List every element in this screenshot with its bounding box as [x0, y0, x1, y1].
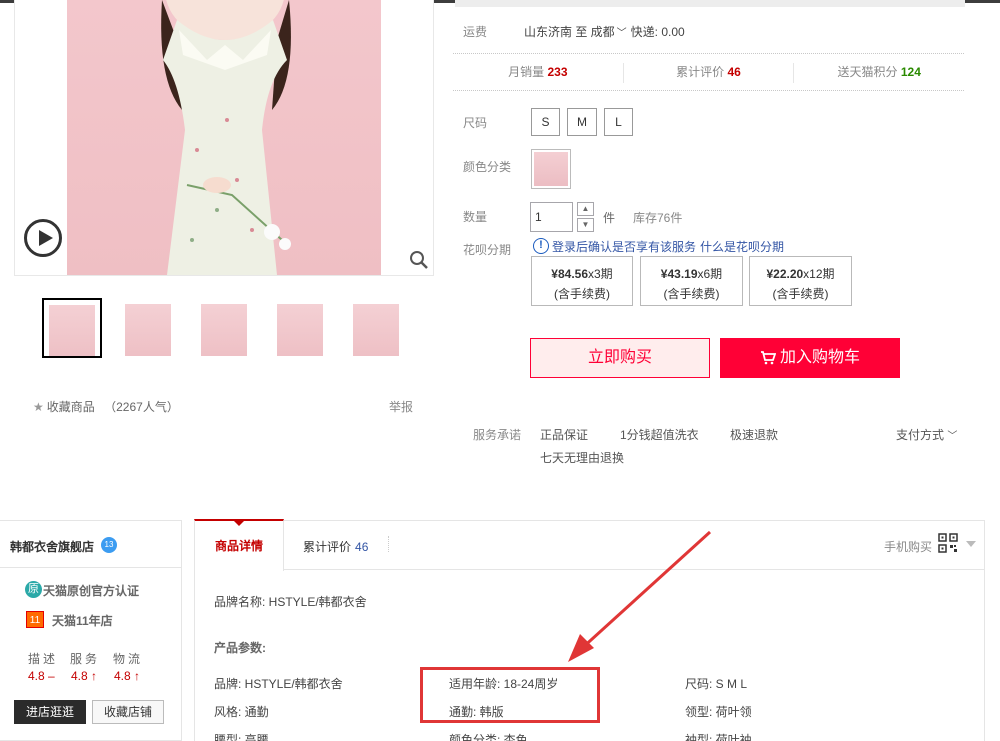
annotation-highlight-box	[420, 667, 600, 723]
mobile-buy-label[interactable]: 手机购买	[884, 538, 932, 555]
info-icon: !	[533, 238, 549, 254]
popularity-count: （2267人气）	[104, 400, 179, 414]
favorite-product[interactable]: ★ 收藏商品 （2267人气）	[33, 398, 179, 415]
divider	[453, 53, 964, 54]
active-tab-caret	[234, 521, 244, 526]
attr-color: 颜色分类: 杏色	[449, 733, 528, 741]
stock-count: 库存76件	[633, 211, 683, 225]
attr-waist: 腰型: 高腰	[214, 733, 269, 741]
installment-6[interactable]: ¥43.19x6期 (含手续费)	[640, 256, 743, 306]
dsr-value-logistics: 4.8 ↑	[114, 669, 141, 683]
shop-name[interactable]: 韩都衣舍旗舰店	[10, 538, 94, 555]
tab-divider	[388, 536, 389, 552]
dsr-value-description: 4.8 –	[28, 669, 55, 683]
sales-stats: 月销量 233 累计评价 46 送天猫积分 124	[453, 63, 964, 83]
original-cert-text: 天猫原创官方认证	[43, 584, 140, 598]
thumbnail-1[interactable]	[42, 298, 102, 358]
attr-brand: 品牌: HSTYLE/韩都衣舍	[214, 677, 343, 691]
annotation-arrow	[568, 530, 712, 662]
color-option-apricot[interactable]	[531, 149, 571, 189]
params-title: 产品参数:	[214, 641, 266, 655]
quantity-label: 数量	[463, 210, 488, 224]
size-option-l[interactable]: L	[604, 108, 633, 136]
dsr-value-service: 4.8 ↑	[71, 669, 98, 683]
payment-method[interactable]: 支付方式 ﹀	[896, 426, 957, 443]
attr-size: 尺码: S M L	[685, 677, 748, 691]
shipping-route[interactable]: 山东济南 至 成都	[524, 25, 615, 39]
size-label: 尺码	[463, 116, 488, 130]
price-panel-edge	[455, 0, 965, 7]
huabei-help-link[interactable]: 什么是花呗分期	[700, 238, 784, 255]
shipping-label: 运费	[463, 25, 488, 39]
star-icon: ★	[33, 400, 44, 414]
service-label: 服务承诺	[473, 428, 522, 442]
shop-badge-icon: 13	[101, 537, 117, 553]
chevron-down-icon[interactable]: ﹀	[617, 28, 627, 39]
report-link[interactable]: 举报	[389, 398, 413, 415]
tab-reviews[interactable]: 累计评价 46	[303, 538, 368, 555]
qr-code-icon[interactable]	[938, 533, 958, 553]
attr-sleeve: 袖型: 荷叶袖	[685, 733, 752, 741]
years-badge-icon: 11	[26, 611, 44, 628]
stat-total-reviews[interactable]: 累计评价 46	[624, 63, 795, 83]
main-image-frame[interactable]	[14, 0, 434, 276]
add-to-cart-button[interactable]: 加入购物车	[720, 338, 900, 378]
installment-3[interactable]: ¥84.56x3期 (含手续费)	[531, 256, 633, 306]
dsr-label-logistics: 物流	[113, 652, 144, 666]
huabei-notice[interactable]: 登录后确认是否享有该服务	[552, 238, 696, 255]
service-laundry[interactable]: 1分钱超值洗衣	[620, 426, 699, 443]
tab-product-details[interactable]: 商品详情	[194, 519, 284, 571]
thumbnail-4[interactable]	[271, 298, 331, 358]
play-video-icon[interactable]	[24, 219, 62, 257]
dsr-label-service: 服务	[70, 652, 101, 666]
buy-now-button[interactable]: 立即购买	[530, 338, 710, 378]
chevron-down-icon[interactable]	[966, 541, 976, 547]
shop-years-text: 天猫11年店	[52, 614, 113, 628]
installment-12[interactable]: ¥22.20x12期 (含手续费)	[749, 256, 852, 306]
quantity-input[interactable]: 1	[530, 202, 573, 232]
cart-icon	[760, 350, 776, 365]
service-genuine[interactable]: 正品保证	[540, 426, 588, 443]
original-cert-icon: 原	[25, 581, 42, 598]
main-product-image[interactable]	[67, 0, 381, 275]
quantity-unit: 件	[603, 211, 616, 225]
thumbnail-2[interactable]	[119, 298, 179, 358]
quantity-decrease-button[interactable]: ▼	[577, 218, 594, 232]
size-option-s[interactable]: S	[531, 108, 560, 136]
chevron-down-icon: ﹀	[947, 431, 958, 442]
collect-shop-button[interactable]: 收藏店铺	[92, 700, 164, 724]
divider	[0, 567, 182, 568]
color-label: 颜色分类	[463, 160, 512, 174]
quantity-increase-button[interactable]: ▲	[577, 202, 594, 216]
dsr-label-description: 描述	[28, 652, 59, 666]
attr-style: 风格: 通勤	[214, 705, 269, 719]
divider	[453, 90, 964, 91]
shipping-info[interactable]: 山东济南 至 成都 ﹀ 快递: 0.00	[524, 23, 685, 40]
zoom-icon[interactable]	[409, 250, 429, 270]
thumbnail-3[interactable]	[195, 298, 255, 358]
shipping-fee: 快递: 0.00	[630, 25, 685, 39]
stat-tmall-points: 送天猫积分 124	[837, 65, 921, 79]
stat-monthly-sales: 月销量 233	[453, 63, 624, 83]
service-refund[interactable]: 极速退款	[730, 426, 778, 443]
thumbnail-5[interactable]	[347, 298, 407, 358]
service-return[interactable]: 七天无理由退换	[540, 449, 624, 466]
brand-name: 品牌名称: HSTYLE/韩都衣舍	[214, 595, 367, 609]
huabei-label: 花呗分期	[463, 243, 512, 257]
enter-shop-button[interactable]: 进店逛逛	[14, 700, 86, 724]
size-option-m[interactable]: M	[567, 108, 597, 136]
attr-collar: 领型: 荷叶领	[685, 705, 752, 719]
model-figure	[161, 0, 291, 275]
